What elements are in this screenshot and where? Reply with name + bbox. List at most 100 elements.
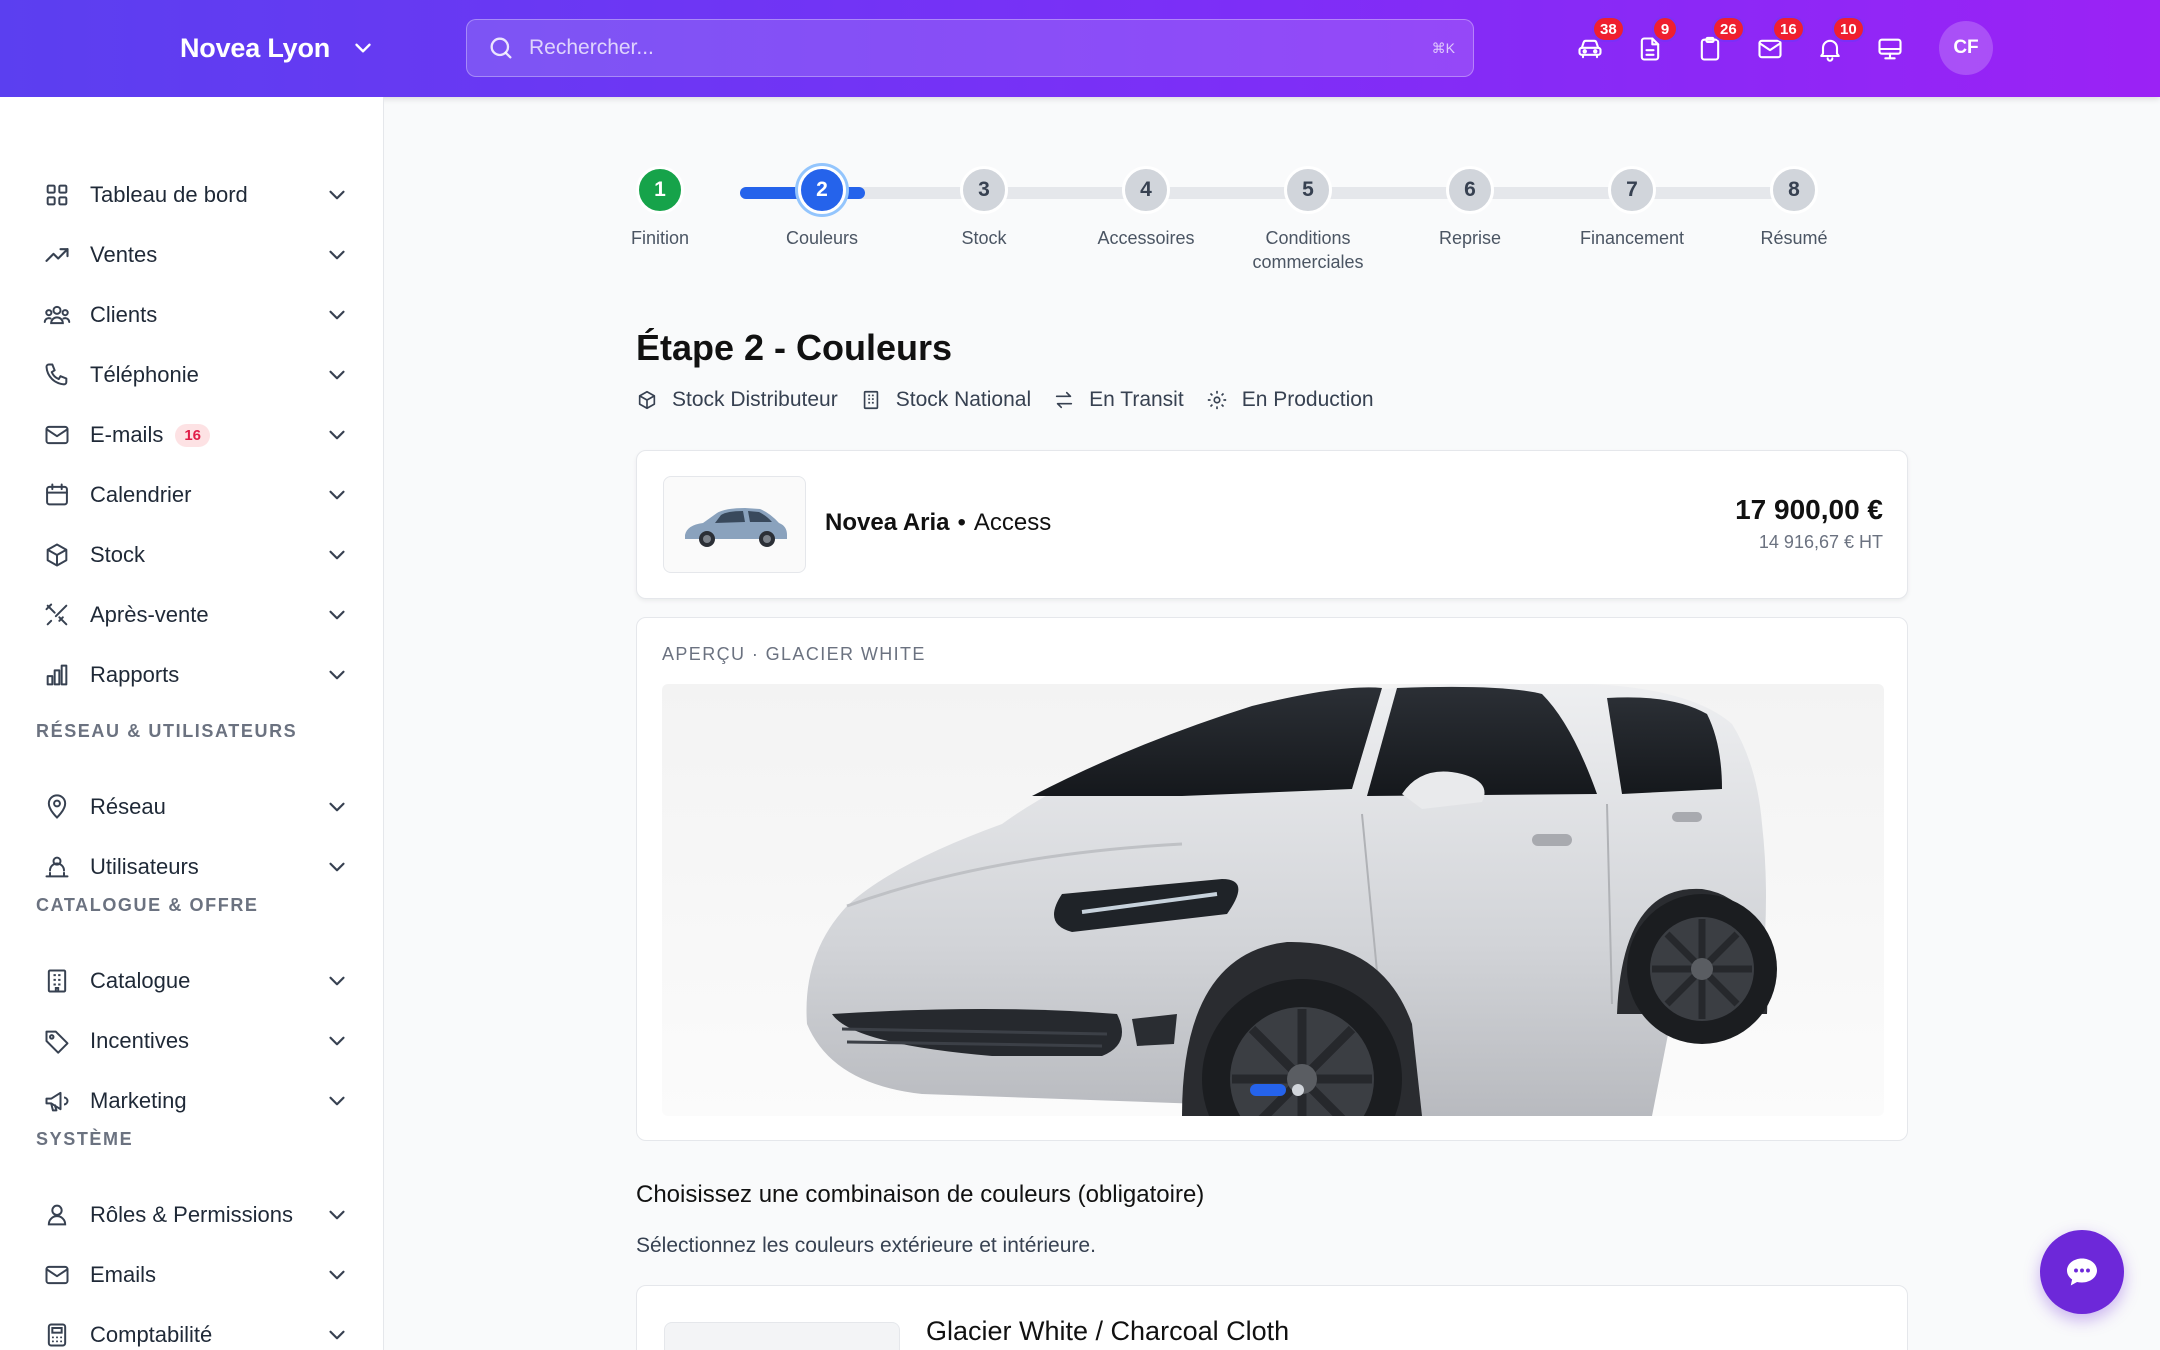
sidebar-item-after-sales[interactable]: Après-vente <box>30 591 350 639</box>
sidebar-item-label: Comptabilité <box>90 1322 213 1347</box>
stock-filter-label: En Production <box>1241 388 1374 411</box>
step-couleurs[interactable]: 2 Couleurs <box>742 166 902 250</box>
users-icon <box>43 305 71 325</box>
sidebar-item-catalogue[interactable]: Catalogue <box>30 957 350 1005</box>
header-icons: 38 9 26 16 10 <box>1560 16 1920 76</box>
search-input[interactable] <box>529 36 1432 60</box>
step-label: Résumé <box>1760 228 1828 248</box>
emails-count-badge: 16 <box>175 423 211 447</box>
carousel-dot[interactable] <box>1292 1084 1304 1096</box>
display-button[interactable] <box>1860 22 1920 76</box>
tasks-button[interactable]: 26 <box>1680 16 1745 76</box>
step-label: Reprise <box>1438 228 1502 248</box>
search-box[interactable]: ⌘K <box>466 19 1474 77</box>
chevron-down-icon <box>329 310 345 320</box>
user-avatar[interactable]: CF <box>1939 21 1993 75</box>
step-finition[interactable]: 1 Finition <box>580 166 740 250</box>
step-label: Financement <box>1579 228 1685 248</box>
stock-filter-national[interactable]: Stock National <box>860 388 1031 412</box>
step-financement[interactable]: 7 Financement <box>1552 166 1712 250</box>
price-ttc: 17 900,00 € <box>1735 494 1883 525</box>
user-icon <box>47 1204 67 1226</box>
sidebar-item-roles[interactable]: Rôles & Permissions <box>30 1191 350 1239</box>
sidebar-item-clients[interactable]: Clients <box>30 291 350 339</box>
step-number: 8 <box>1770 166 1818 214</box>
monitor-icon <box>1878 38 1902 60</box>
color-section-title: Choisissez une combinaison de couleurs (… <box>636 1181 1205 1208</box>
sidebar-item-telephony[interactable]: Téléphonie <box>30 351 350 399</box>
stock-filter-distributor[interactable]: Stock Distributeur <box>636 388 838 412</box>
tools-icon <box>45 603 68 626</box>
chevron-down-icon <box>329 370 345 380</box>
documents-button[interactable]: 9 <box>1620 16 1680 76</box>
sidebar: Tableau de bord Ventes Clients Téléphoni… <box>0 97 384 1350</box>
brand-switcher[interactable]: Novea Lyon <box>180 28 376 68</box>
mail-icon <box>45 425 69 445</box>
step-number: 4 <box>1122 166 1170 214</box>
sidebar-item-network[interactable]: Réseau <box>30 783 350 831</box>
color-section-subtitle: Sélectionnez les couleurs extérieure et … <box>636 1234 1096 1257</box>
sidebar-item-label: Rôles & Permissions <box>90 1202 293 1227</box>
search-icon <box>490 37 512 59</box>
sidebar-item-dashboard[interactable]: Tableau de bord <box>30 171 350 219</box>
sidebar-item-calendar[interactable]: Calendrier <box>30 471 350 519</box>
brand-name: Novea Lyon <box>180 32 331 63</box>
section-label-network: RÉSEAU & UTILISATEURS <box>36 721 298 741</box>
dashboard-icon <box>46 184 68 206</box>
sidebar-item-incentives[interactable]: Incentives <box>30 1017 350 1065</box>
mail-button[interactable]: 16 <box>1740 16 1805 76</box>
sidebar-item-label: Clients <box>90 302 158 327</box>
step-label: Accessoires <box>1097 228 1195 248</box>
sidebar-item-accounting[interactable]: Comptabilité <box>30 1311 350 1350</box>
sidebar-item-stock[interactable]: Stock <box>30 531 350 579</box>
calculator-icon <box>47 1323 67 1347</box>
step-label: Finition <box>630 228 690 248</box>
step-resume[interactable]: 8 Résumé <box>1714 166 1874 250</box>
chevron-down-icon <box>329 976 345 986</box>
sidebar-item-reports[interactable]: Rapports <box>30 651 350 699</box>
section-label-system: SYSTÈME <box>36 1129 134 1149</box>
sidebar-item-marketing[interactable]: Marketing <box>30 1077 350 1125</box>
chevron-down-icon <box>329 1270 345 1280</box>
step-label: Couleurs <box>785 228 859 248</box>
notifications-button[interactable]: 10 <box>1800 16 1865 76</box>
top-bar: Novea Lyon ⌘K 38 9 26 16 10 CF <box>0 0 2160 97</box>
mail-icon <box>45 1265 69 1285</box>
step-accessoires[interactable]: 4 Accessoires <box>1066 166 1226 250</box>
calendar-icon <box>46 483 68 506</box>
megaphone-icon <box>45 1091 69 1112</box>
sidebar-item-label: Emails <box>90 1262 157 1287</box>
vehicle-price: 17 900,00 € 14 916,67 € HT <box>1735 494 1883 553</box>
sidebar-item-label: Après-vente <box>90 602 209 627</box>
step-conditions[interactable]: 5 Conditions commerciales <box>1228 166 1388 274</box>
step-label: Conditions commerciales <box>1252 228 1364 272</box>
chat-button[interactable] <box>2040 1230 2124 1314</box>
chevron-down-icon <box>329 670 345 680</box>
chevron-down-icon <box>329 862 345 872</box>
stock-filter-transit[interactable]: En Transit <box>1053 388 1184 412</box>
chevron-down-icon <box>329 1096 345 1106</box>
step-number: 7 <box>1608 166 1656 214</box>
step-reprise[interactable]: 6 Reprise <box>1390 166 1550 250</box>
user-group-icon <box>45 856 69 878</box>
car-notifications-button[interactable]: 38 <box>1560 16 1625 76</box>
color-preview-card: APERÇU · GLACIER WHITE <box>636 617 1908 1141</box>
sidebar-item-label: Utilisateurs <box>90 854 199 879</box>
car-thumbnail-icon <box>684 507 787 547</box>
step-stock[interactable]: 3 Stock <box>904 166 1064 250</box>
stock-filter-production[interactable]: En Production <box>1206 388 1374 412</box>
tag-icon <box>45 1030 69 1054</box>
chevron-down-icon <box>329 250 345 260</box>
sidebar-item-users[interactable]: Utilisateurs <box>30 843 350 891</box>
sidebar-item-label: Marketing <box>90 1088 187 1113</box>
sidebar-item-emails[interactable]: E-mails 16 <box>30 411 350 459</box>
sidebar-item-label: Calendrier <box>90 482 192 507</box>
chat-icon <box>2067 1258 2097 1286</box>
sidebar-item-sales[interactable]: Ventes <box>30 231 350 279</box>
sidebar-item-emails-settings[interactable]: Emails <box>30 1251 350 1299</box>
trend-icon <box>45 248 69 262</box>
sidebar-item-label: Ventes <box>90 242 158 267</box>
color-option-card[interactable]: Glacier White / Charcoal Cloth <box>636 1285 1908 1350</box>
carousel-dot-active[interactable] <box>1250 1084 1286 1096</box>
car-render-image <box>806 684 1777 1116</box>
